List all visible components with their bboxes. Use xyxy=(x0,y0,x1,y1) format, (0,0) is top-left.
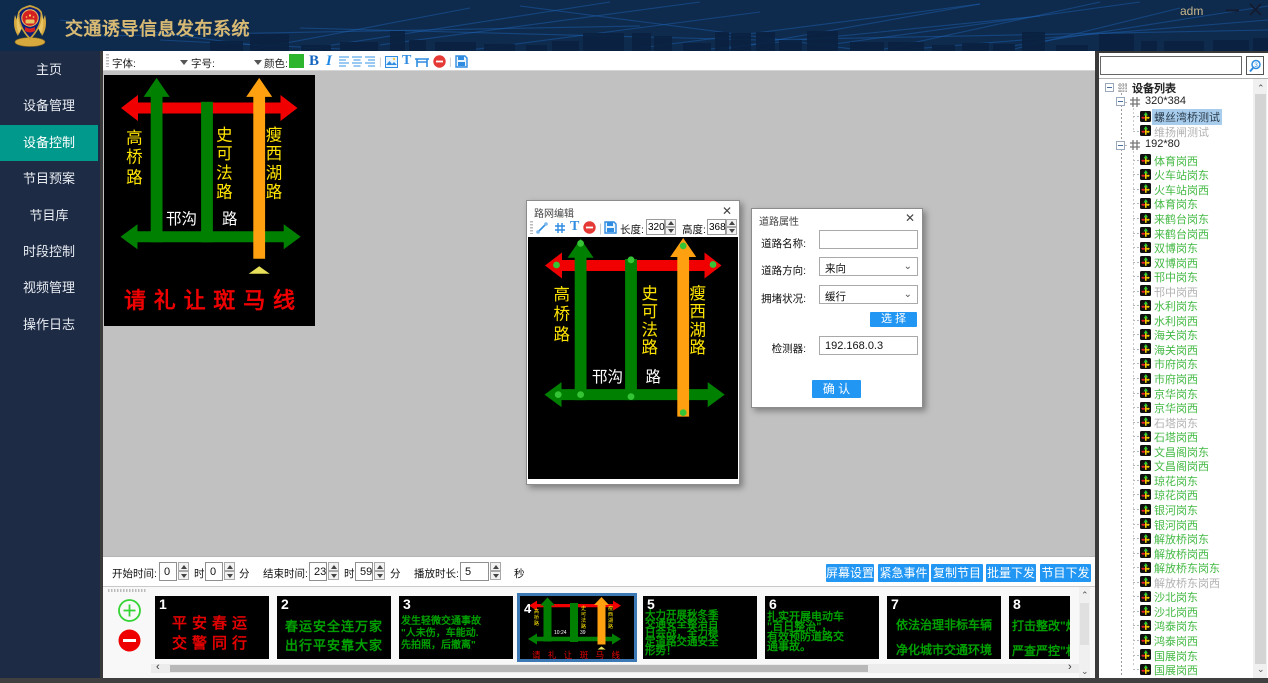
svg-text:瘦: 瘦 xyxy=(690,284,707,303)
svg-text:路: 路 xyxy=(222,210,238,228)
svg-text:桥: 桥 xyxy=(534,613,540,621)
svg-text:瘦: 瘦 xyxy=(266,126,283,145)
svg-text:路: 路 xyxy=(266,183,283,202)
svg-text:路: 路 xyxy=(690,338,707,357)
svg-text:高: 高 xyxy=(534,607,539,615)
svg-text:路: 路 xyxy=(126,168,143,187)
svg-text:西: 西 xyxy=(266,145,283,163)
svg-text:路: 路 xyxy=(608,622,614,630)
svg-text:法: 法 xyxy=(216,163,233,182)
svg-text:史: 史 xyxy=(581,604,586,612)
svg-text:可: 可 xyxy=(581,611,586,618)
svg-text:湖: 湖 xyxy=(690,321,707,340)
svg-text:路: 路 xyxy=(534,619,540,627)
svg-text:路: 路 xyxy=(216,183,233,202)
svg-text:路: 路 xyxy=(642,338,659,357)
svg-text:路: 路 xyxy=(554,325,571,344)
svg-text:湖: 湖 xyxy=(608,616,613,624)
svg-text:39: 39 xyxy=(580,630,586,636)
svg-text:史: 史 xyxy=(642,284,659,303)
svg-text:路: 路 xyxy=(646,368,662,386)
svg-text:桥: 桥 xyxy=(126,148,143,167)
svg-text:西: 西 xyxy=(690,303,707,321)
svg-text:法: 法 xyxy=(581,616,586,624)
svg-text:史: 史 xyxy=(216,126,233,145)
svg-text:法: 法 xyxy=(642,321,659,340)
svg-text:瘦: 瘦 xyxy=(608,604,613,612)
svg-text:可: 可 xyxy=(642,303,659,321)
svg-text:西: 西 xyxy=(608,611,613,618)
svg-text:路: 路 xyxy=(581,622,587,630)
svg-text:高: 高 xyxy=(126,129,143,148)
svg-text:4: 4 xyxy=(524,601,532,616)
svg-text:湖: 湖 xyxy=(266,163,283,182)
svg-text:高: 高 xyxy=(554,285,571,304)
svg-text:可: 可 xyxy=(216,145,233,163)
svg-text:邗沟: 邗沟 xyxy=(166,210,197,228)
svg-text:邗沟: 邗沟 xyxy=(592,368,623,386)
svg-text:3: 3 xyxy=(1254,62,1258,69)
svg-text:10:24: 10:24 xyxy=(554,630,567,636)
svg-text:桥: 桥 xyxy=(554,305,571,324)
